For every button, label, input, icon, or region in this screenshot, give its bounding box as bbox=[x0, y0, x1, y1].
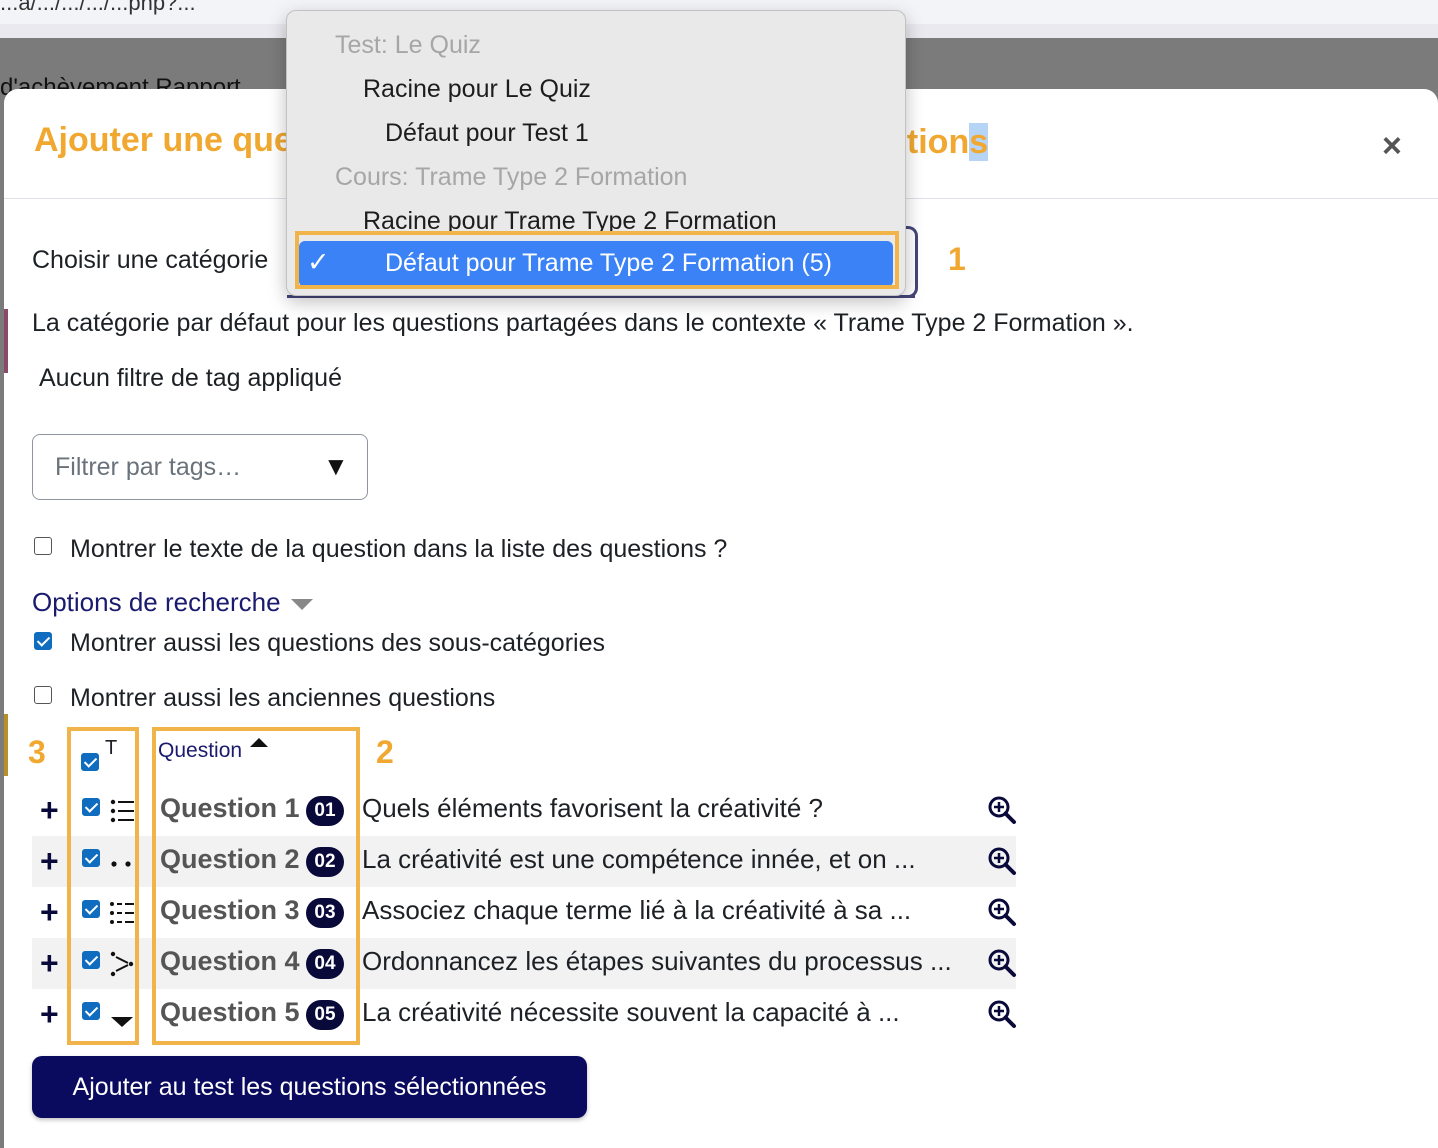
dropdown-group-label: Cours: Trame Type 2 Formation bbox=[335, 163, 688, 191]
close-button[interactable]: × bbox=[1382, 129, 1402, 163]
expand-triangle-icon bbox=[290, 598, 313, 610]
highlight-box-selected-category bbox=[295, 231, 899, 289]
add-question-plus-icon[interactable]: + bbox=[40, 794, 59, 826]
question-text: Ordonnancez les étapes suivantes du proc… bbox=[362, 946, 952, 976]
subcategories-label: Montrer aussi les questions des sous-cat… bbox=[70, 629, 605, 657]
annotation-1: 1 bbox=[948, 241, 966, 277]
zoom-in-icon[interactable] bbox=[987, 795, 1017, 825]
highlight-box-question-column bbox=[152, 727, 360, 1045]
question-text: Quels éléments favorisent la créativité … bbox=[362, 793, 823, 823]
zoom-in-icon[interactable] bbox=[987, 948, 1017, 978]
add-selected-questions-button[interactable]: Ajouter au test les questions sélectionn… bbox=[32, 1056, 587, 1118]
left-accent-strip bbox=[4, 714, 8, 776]
zoom-in-icon[interactable] bbox=[987, 897, 1017, 927]
dropdown-option[interactable]: Défaut pour Test 1 bbox=[385, 119, 589, 148]
tag-filter-select[interactable]: Filtrer par tags… ▼ bbox=[32, 434, 368, 500]
show-text-checkbox[interactable] bbox=[34, 537, 52, 555]
dropdown-option[interactable]: Racine pour Le Quiz bbox=[363, 75, 591, 104]
add-question-plus-icon[interactable]: + bbox=[40, 998, 59, 1030]
show-text-label: Montrer le texte de la question dans la … bbox=[70, 535, 728, 563]
add-question-plus-icon[interactable]: + bbox=[40, 947, 59, 979]
left-accent-strip bbox=[4, 309, 8, 373]
old-questions-label: Montrer aussi les anciennes questions bbox=[70, 684, 496, 712]
subcategories-checkbox[interactable] bbox=[34, 632, 52, 650]
search-options-toggle[interactable]: Options de recherche bbox=[32, 587, 313, 618]
add-question-plus-icon[interactable]: + bbox=[40, 845, 59, 877]
question-text: La créativité nécessite souvent la capac… bbox=[362, 997, 900, 1027]
category-label: Choisir une catégorie bbox=[32, 246, 269, 274]
search-options-label: Options de recherche bbox=[32, 587, 281, 617]
old-questions-checkbox[interactable] bbox=[34, 686, 52, 704]
add-question-plus-icon[interactable]: + bbox=[40, 896, 59, 928]
question-text: Associez chaque terme lié à la créativit… bbox=[362, 895, 912, 925]
tag-filter-placeholder: Filtrer par tags… bbox=[55, 453, 242, 481]
annotation-2: 2 bbox=[376, 734, 394, 770]
modal-title: Ajouter une que bbox=[34, 121, 293, 159]
zoom-in-icon[interactable] bbox=[987, 846, 1017, 876]
highlight-box-checkboxes bbox=[67, 727, 139, 1045]
dropdown-group-label: Test: Le Quiz bbox=[335, 31, 481, 59]
caret-down-icon: ▼ bbox=[323, 451, 349, 481]
zoom-in-icon[interactable] bbox=[987, 999, 1017, 1029]
annotation-3: 3 bbox=[28, 734, 46, 770]
question-text: La créativité est une compétence innée, … bbox=[362, 844, 916, 874]
url-fragment: ...a/.../.../.../...php?... bbox=[0, 0, 196, 15]
no-tag-filter-text: Aucun filtre de tag appliqué bbox=[39, 364, 342, 392]
category-description: La catégorie par défaut pour les questio… bbox=[32, 309, 1134, 337]
title-selected-char: s bbox=[969, 123, 989, 161]
